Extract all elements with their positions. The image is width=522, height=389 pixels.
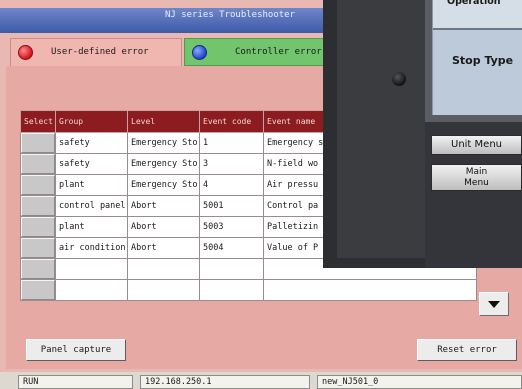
select-checkbox[interactable]	[20, 132, 56, 154]
cell-level: Emergency Sto	[127, 153, 200, 175]
cell-level: Abort	[127, 216, 200, 238]
cell-level	[127, 279, 200, 301]
tab-controller-error[interactable]: Controller error	[184, 38, 334, 66]
knob-icon[interactable]	[392, 72, 406, 86]
select-checkbox[interactable]	[20, 279, 56, 301]
cell-group: plant	[55, 174, 128, 196]
select-checkbox[interactable]	[20, 195, 56, 217]
select-checkbox[interactable]	[20, 153, 56, 175]
select-checkbox[interactable]	[20, 174, 56, 196]
tab-label: Controller error	[235, 47, 322, 57]
ip-address-status: 192.168.250.1	[140, 375, 310, 389]
status-bar: RUN 192.168.250.1 new_NJ501_0	[0, 372, 522, 389]
select-checkbox[interactable]	[20, 237, 56, 259]
select-checkbox[interactable]	[20, 216, 56, 238]
cell-event-code: 5003	[199, 216, 264, 238]
unit-menu-button[interactable]: Unit Menu	[431, 135, 522, 155]
cell-level: Emergency Sto	[127, 174, 200, 196]
reset-error-button[interactable]: Reset error	[417, 339, 517, 361]
select-checkbox[interactable]	[20, 258, 56, 280]
cell-group: control panel	[55, 195, 128, 217]
cell-group	[55, 258, 128, 280]
column-header-select: Select	[20, 110, 56, 133]
tab-label: User-defined error	[51, 47, 149, 57]
main-menu-label-line2: Menu	[464, 178, 489, 188]
cell-level: Abort	[127, 237, 200, 259]
stop-type-label: Stop Type	[452, 54, 514, 67]
operation-label: Operation	[433, 0, 522, 30]
cell-group: safety	[55, 153, 128, 175]
cell-level: Emergency Sto	[127, 132, 200, 154]
cell-event-code	[199, 258, 264, 280]
cell-level: Abort	[127, 195, 200, 217]
cell-event-code: 3	[199, 153, 264, 175]
device-status-panel: Operation Stop Type	[432, 0, 522, 115]
scroll-down-button[interactable]	[479, 292, 509, 316]
cell-group	[55, 279, 128, 301]
table-row[interactable]	[20, 279, 477, 301]
panel-capture-button[interactable]: Panel capture	[26, 339, 126, 361]
cell-level	[127, 258, 200, 280]
column-header-level: Level	[127, 110, 200, 133]
main-menu-label-line1: Main	[465, 167, 488, 177]
column-header-group: Group	[55, 110, 128, 133]
chevron-down-icon	[488, 301, 500, 308]
cell-event-code: 5001	[199, 195, 264, 217]
device-overlay: Operation Stop Type	[323, 0, 522, 268]
status-indicator-icon	[192, 45, 207, 60]
controller-name-status: new_NJ501_0	[317, 375, 522, 389]
cell-group: safety	[55, 132, 128, 154]
run-mode-status: RUN	[18, 375, 133, 389]
cell-event-code	[199, 279, 264, 301]
cell-event-code: 4	[199, 174, 264, 196]
tab-user-defined-error[interactable]: User-defined error	[10, 38, 182, 66]
cell-group: air condition	[55, 237, 128, 259]
cell-group: plant	[55, 216, 128, 238]
cell-event-code: 5004	[199, 237, 264, 259]
column-header-event-code: Event code	[199, 110, 264, 133]
device-bezel	[337, 0, 425, 258]
main-menu-button[interactable]: Main Menu	[431, 164, 522, 191]
cell-event-code: 1	[199, 132, 264, 154]
cell-event-name	[263, 279, 477, 301]
error-indicator-icon	[18, 45, 33, 60]
